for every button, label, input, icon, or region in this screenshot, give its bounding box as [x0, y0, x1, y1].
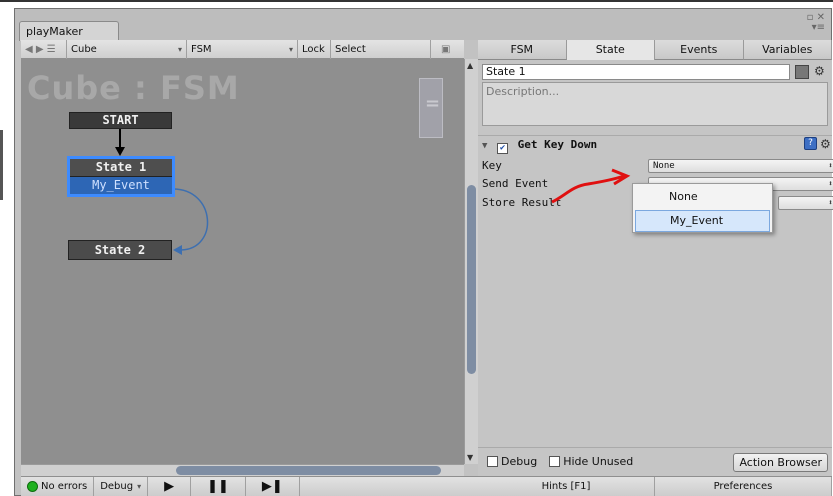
menu-icon[interactable]: ▾≡	[807, 23, 825, 33]
errors-indicator[interactable]: No errors	[21, 476, 95, 496]
step-button[interactable]: ▶❚	[246, 476, 300, 496]
graph-statusbar: No errors Debug ▾ ▶ ❚❚ ▶❚	[21, 476, 478, 496]
scroll-down-icon[interactable]: ▼	[467, 453, 473, 462]
pause-button[interactable]: ❚❚	[191, 476, 246, 496]
tab-state[interactable]: State	[566, 40, 655, 60]
description-field[interactable]: Description...	[482, 82, 828, 126]
hints-button[interactable]: Hints [F1]	[478, 477, 655, 496]
window-controls[interactable]: ▫ ✕ ▾≡	[807, 13, 825, 33]
state-node-1[interactable]: State 1 My_Event	[67, 156, 175, 197]
updown-icon: ⬍	[828, 161, 833, 170]
store-result-select[interactable]: ⬍	[778, 196, 833, 210]
fsm-select-label: FSM	[191, 43, 212, 55]
hide-unused-checkbox[interactable]	[549, 456, 561, 467]
debug-dropdown-label: Debug	[100, 481, 134, 492]
debug-checkbox-label[interactable]: Debug	[501, 455, 537, 468]
inspector-panel: FSM State Events Variables State 1 ⚙ Des…	[478, 40, 833, 496]
action-browser-button[interactable]: Action Browser	[733, 453, 828, 472]
dropdown-option-my-event[interactable]: My_Event	[635, 210, 770, 232]
state-name-field[interactable]: State 1	[482, 64, 790, 80]
event-dropdown-popup: None My_Event	[632, 183, 773, 233]
state-node-2[interactable]: State 2	[68, 240, 172, 260]
lock-button[interactable]: Lock	[298, 39, 331, 59]
vertical-scrollbar[interactable]: ▲ ▼	[464, 59, 478, 464]
fsm-select[interactable]: FSM ▾	[187, 39, 298, 59]
inspector-tabs: FSM State Events Variables	[478, 40, 832, 60]
event-transition-arrow	[173, 245, 182, 255]
chevron-down-icon: ▾	[137, 482, 142, 491]
inspector-options: Debug Hide Unused Action Browser	[478, 447, 832, 475]
action-header[interactable]: ▼ ✔ Get Key Down	[478, 135, 832, 154]
object-select-label: Cube	[71, 43, 97, 55]
tab-variables[interactable]: Variables	[743, 40, 832, 60]
fsm-graph-canvas[interactable]: Cube : FSM = START State 1 My_Event Stat…	[21, 59, 464, 464]
start-node: START	[69, 112, 172, 129]
help-icon[interactable]: ?	[804, 137, 817, 150]
list-icon[interactable]: ☰	[47, 44, 56, 55]
vertical-scroll-thumb[interactable]	[467, 185, 476, 374]
status-ok-icon	[27, 481, 38, 492]
param-label: Send Event	[482, 177, 549, 190]
forward-icon[interactable]: ▶	[36, 44, 44, 55]
chevron-down-icon: ▾	[288, 44, 293, 54]
horizontal-scroll-thumb[interactable]	[176, 466, 441, 475]
param-label: Key	[482, 159, 502, 172]
key-select-value: None	[653, 161, 675, 171]
nav-buttons[interactable]: ◀ ▶ ☰	[21, 39, 67, 59]
preferences-button[interactable]: Preferences	[655, 477, 832, 496]
updown-icon: ⬍	[828, 179, 833, 188]
hide-unused-label[interactable]: Hide Unused	[563, 455, 633, 468]
dropdown-option-none[interactable]: None	[635, 186, 770, 208]
debug-dropdown[interactable]: Debug ▾	[94, 476, 149, 496]
chevron-down-icon: ▾	[177, 44, 182, 54]
select-button[interactable]: Select	[331, 39, 431, 59]
event-transition-line	[172, 188, 209, 251]
tab-fsm[interactable]: FSM	[478, 40, 567, 60]
collapse-triangle-icon[interactable]: ▼	[482, 141, 487, 151]
window-tab[interactable]: playMaker	[19, 21, 119, 41]
fsm-toolbar: ◀ ▶ ☰ Cube ▾ FSM ▾ Lock Select ▣	[21, 39, 464, 59]
playmaker-window: playMaker ▫ ✕ ▾≡ ◀ ▶ ☰ Cube ▾ FSM ▾ Lock…	[14, 8, 833, 496]
top-border	[0, 0, 833, 4]
back-icon[interactable]: ◀	[25, 44, 33, 55]
state-node-1-event[interactable]: My_Event	[70, 177, 172, 194]
window-tabbar: playMaker ▫ ✕ ▾≡	[15, 9, 831, 41]
gear-icon[interactable]: ⚙	[820, 137, 831, 151]
gear-icon[interactable]: ⚙	[814, 64, 825, 78]
param-label: Store Result	[482, 196, 562, 209]
param-row-key: Key None ⬍	[482, 158, 833, 174]
key-select[interactable]: None ⬍	[648, 159, 833, 173]
start-transition-arrow	[115, 147, 125, 156]
inspector-statusbar: Hints [F1] Preferences	[478, 476, 832, 496]
left-edge	[0, 130, 3, 200]
play-button[interactable]: ▶	[148, 476, 192, 496]
object-select[interactable]: Cube ▾	[67, 39, 187, 59]
minimap-toggle-icon[interactable]: ▣	[437, 40, 454, 59]
state-node-1-name: State 1	[70, 159, 172, 177]
state-color-swatch[interactable]	[795, 65, 809, 79]
tab-events[interactable]: Events	[655, 40, 744, 60]
action-enabled-checkbox[interactable]: ✔	[497, 143, 509, 154]
scroll-up-icon[interactable]: ▲	[467, 61, 473, 70]
action-name: Get Key Down	[517, 138, 598, 151]
errors-label: No errors	[41, 481, 88, 492]
debug-checkbox[interactable]	[487, 456, 498, 467]
updown-icon: ⬍	[828, 198, 833, 207]
horizontal-scrollbar[interactable]	[21, 464, 464, 476]
